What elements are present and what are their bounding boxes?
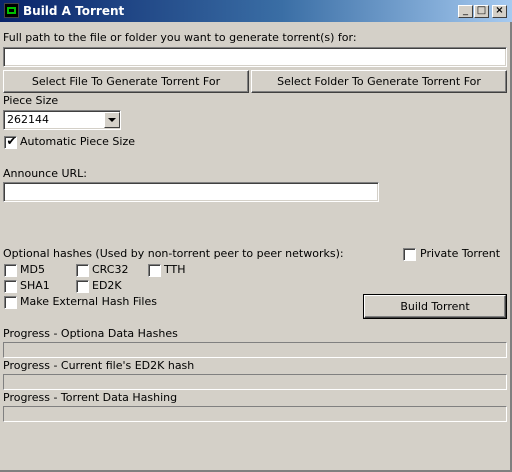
external-hash-files-checkbox[interactable] [4,296,17,309]
md5-label: MD5 [20,263,45,276]
select-folder-button[interactable]: Select Folder To Generate Torrent For [251,70,507,93]
path-field[interactable] [3,47,507,67]
minimize-button[interactable]: _ [458,5,473,18]
announce-url-label: Announce URL: [3,167,87,180]
tth-checkbox[interactable] [148,264,161,277]
optional-hashes-label: Optional hashes (Used by non-torrent pee… [3,247,344,260]
torrent-app-icon[interactable] [4,3,19,18]
build-torrent-button[interactable]: Build Torrent [363,294,507,319]
automatic-piece-size-checkbox[interactable]: ✔ [4,134,17,149]
path-input[interactable] [4,48,506,66]
announce-url-input[interactable] [4,183,378,201]
title-bar[interactable]: Build A Torrent _ □ × [0,0,512,22]
automatic-piece-size-label: Automatic Piece Size [20,135,136,148]
external-hash-files-label: Make External Hash Files [20,295,157,308]
announce-url-field[interactable] [3,182,379,202]
private-torrent-label: Private Torrent [420,247,501,260]
ed2k-label: ED2K [92,279,122,292]
maximize-button[interactable]: □ [474,5,489,18]
progress-ed2k-label: Progress - Current file's ED2K hash [3,359,195,372]
progress-optional-label: Progress - Optiona Data Hashes [3,327,178,340]
ed2k-checkbox[interactable] [76,280,89,293]
tth-label: TTH [164,263,186,276]
window-title: Build A Torrent [23,4,125,18]
progress-torrent-label: Progress - Torrent Data Hashing [3,391,178,404]
crc32-label: CRC32 [92,263,129,276]
sha1-checkbox[interactable] [4,280,17,293]
piece-size-label: Piece Size [3,94,59,107]
path-label: Full path to the file or folder you want… [3,31,357,44]
progress-torrent-bar [3,406,507,422]
sha1-label: SHA1 [20,279,50,292]
piece-size-value: 262144 [7,113,49,126]
checkmark-icon: ✔ [6,134,17,148]
crc32-checkbox[interactable] [76,264,89,277]
piece-size-select[interactable]: 262144 [3,110,121,130]
select-file-button[interactable]: Select File To Generate Torrent For [3,70,249,93]
progress-optional-bar [3,342,507,358]
chevron-down-icon[interactable] [104,112,120,128]
md5-checkbox[interactable] [4,264,17,277]
private-torrent-checkbox[interactable] [403,248,416,261]
progress-ed2k-bar [3,374,507,390]
close-button[interactable]: × [492,5,507,18]
